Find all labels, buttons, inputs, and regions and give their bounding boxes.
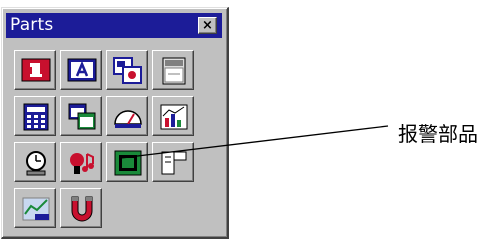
callout-label: 报警部品 [398,122,478,146]
